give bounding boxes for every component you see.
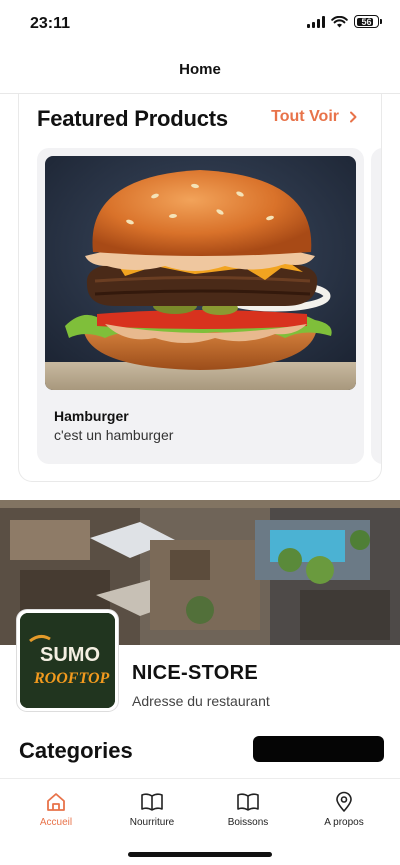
book-icon	[237, 793, 259, 811]
home-icon	[47, 793, 65, 811]
book-icon	[141, 793, 163, 811]
tab-label: Accueil	[39, 817, 73, 828]
status-bar: 23:11 56	[0, 0, 400, 46]
see-all-button[interactable]: Tout Voir	[271, 108, 357, 126]
tab-label: Boissons	[227, 817, 269, 828]
signal-icon	[307, 15, 325, 28]
tab-boissons[interactable]: Boissons	[208, 791, 288, 828]
featured-products-section: Featured Products Tout Voir Hamburger c'…	[18, 94, 382, 482]
see-all-label: Tout Voir	[271, 108, 339, 125]
product-image-hamburger	[45, 156, 356, 390]
tab-accueil[interactable]: Accueil	[16, 791, 96, 828]
battery-icon: 56	[354, 15, 382, 28]
nav-header: Home	[0, 46, 400, 94]
product-name: Hamburger	[54, 408, 129, 424]
status-time: 23:11	[30, 15, 71, 32]
logo-text-bottom: ROOFTOP	[33, 670, 109, 687]
location-pin-icon	[336, 791, 352, 812]
tab-a-propos[interactable]: A propos	[304, 791, 384, 828]
wifi-icon	[331, 15, 348, 27]
status-icons: 56	[307, 15, 382, 28]
battery-level: 56	[361, 16, 372, 27]
tab-label: A propos	[324, 817, 364, 828]
chevron-right-icon	[350, 111, 357, 123]
featured-title: Featured Products	[37, 106, 228, 131]
redacted-block	[253, 736, 384, 762]
product-description: c'est un hamburger	[54, 427, 174, 443]
product-card-peek[interactable]	[371, 148, 381, 464]
store-address: Adresse du restaurant	[132, 693, 270, 709]
logo-text-top: SUMO	[40, 644, 100, 666]
store-logo: SUMO ROOFTOP	[17, 610, 118, 711]
home-indicator	[128, 852, 272, 857]
product-card[interactable]: Hamburger c'est un hamburger	[37, 148, 364, 464]
categories-title: Categories	[19, 738, 133, 763]
store-name: NICE-STORE	[132, 662, 258, 684]
page-title: Home	[179, 61, 221, 78]
tab-nourriture[interactable]: Nourriture	[112, 791, 192, 828]
tab-label: Nourriture	[129, 817, 175, 828]
